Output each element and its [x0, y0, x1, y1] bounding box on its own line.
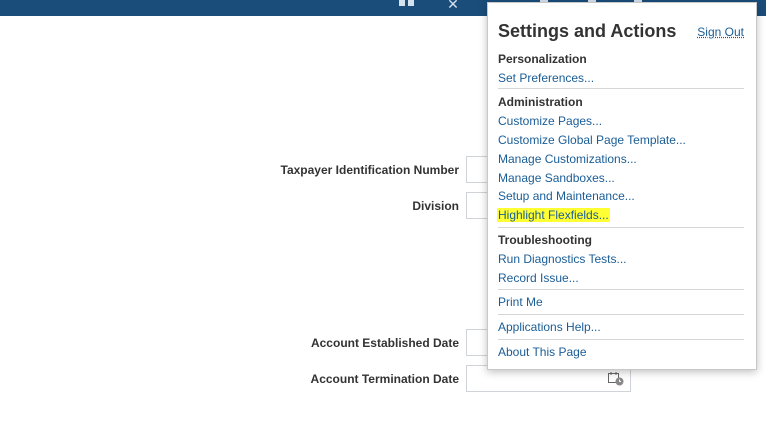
taxpayer-id-input[interactable] — [466, 156, 487, 183]
print-me-link[interactable]: Print Me — [498, 295, 543, 309]
manage-customizations-link[interactable]: Manage Customizations... — [498, 152, 637, 166]
run-diagnostics-tests-link[interactable]: Run Diagnostics Tests... — [498, 252, 627, 266]
record-issue-link[interactable]: Record Issue... — [498, 271, 579, 285]
account-established-date-input[interactable] — [466, 329, 487, 356]
about-this-page-link[interactable]: About This Page — [498, 345, 587, 359]
division-input[interactable] — [466, 192, 487, 219]
grid-icon[interactable] — [399, 0, 415, 10]
manage-sandboxes-link[interactable]: Manage Sandboxes... — [498, 171, 615, 185]
divider — [498, 227, 744, 228]
section-troubleshooting: Troubleshooting — [498, 233, 592, 247]
divider — [498, 314, 744, 315]
settings-and-actions-popup: Settings and Actions Sign Out Personaliz… — [487, 2, 757, 370]
popup-title: Settings and Actions — [498, 21, 677, 41]
highlight-flexfields-link[interactable]: Highlight Flexfields... — [497, 208, 610, 222]
account-termination-date-label: Account Termination Date — [310, 372, 459, 386]
account-established-date-label: Account Established Date — [310, 336, 459, 350]
set-preferences-link[interactable]: Set Preferences... — [498, 71, 594, 85]
sign-out-link[interactable]: Sign Out — [697, 25, 744, 39]
divider — [498, 88, 744, 89]
section-personalization: Personalization — [498, 52, 587, 66]
calendar-icon[interactable] — [608, 372, 624, 386]
section-administration: Administration — [498, 95, 583, 109]
taxpayer-id-label: Taxpayer Identification Number — [280, 163, 459, 177]
setup-and-maintenance-link[interactable]: Setup and Maintenance... — [498, 189, 635, 203]
division-label: Division — [412, 199, 459, 213]
applications-help-link[interactable]: Applications Help... — [498, 320, 601, 334]
customize-global-page-template-link[interactable]: Customize Global Page Template... — [498, 133, 686, 147]
divider — [498, 289, 744, 290]
customize-pages-link[interactable]: Customize Pages... — [498, 114, 602, 128]
star-icon[interactable]: ✕ — [444, 0, 462, 11]
divider — [498, 339, 744, 340]
